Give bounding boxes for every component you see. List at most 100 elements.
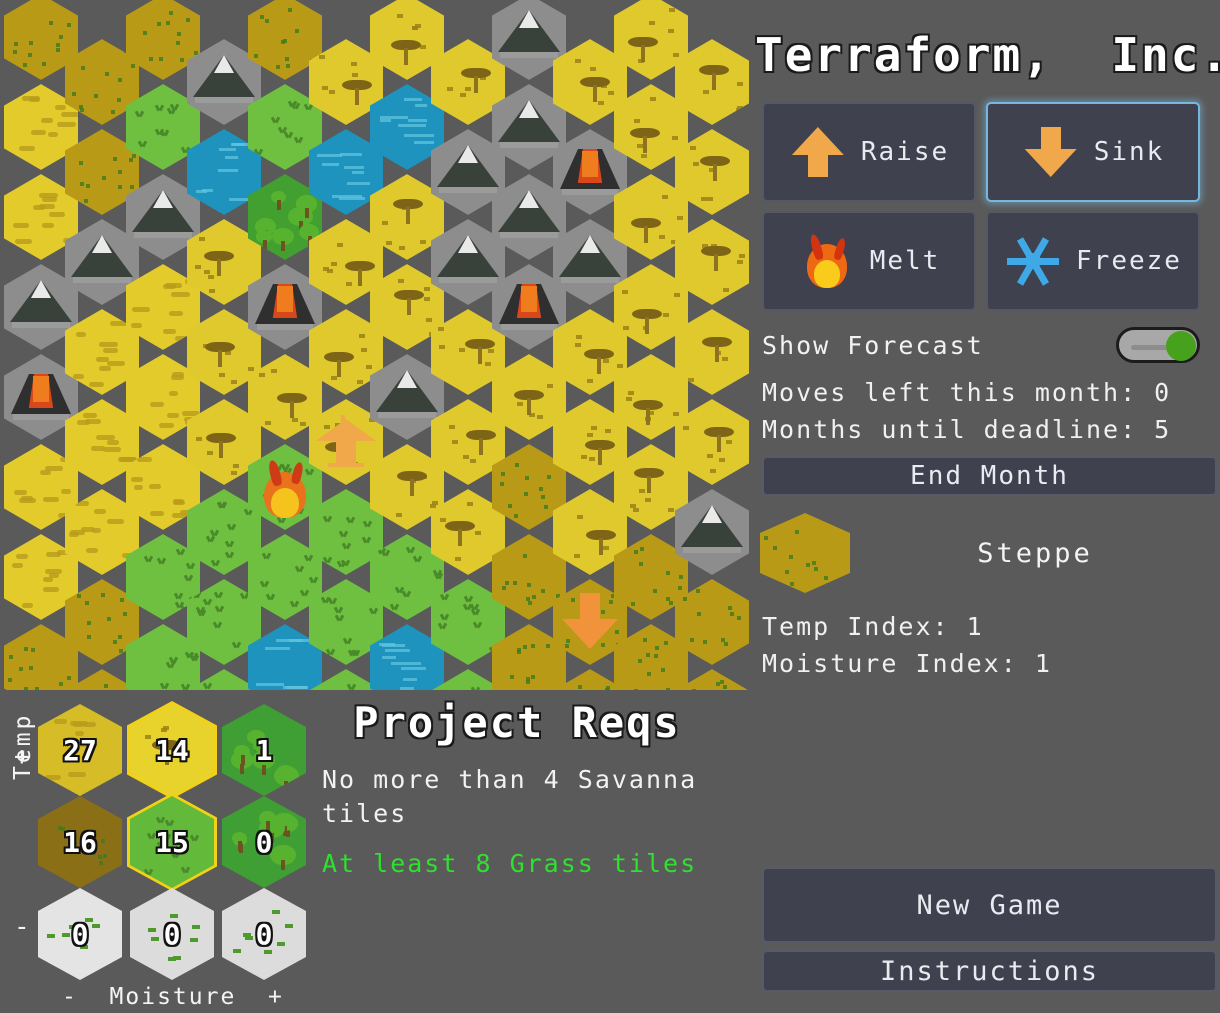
mountain-sprite [437, 235, 499, 287]
biome-cell-count: 0 [71, 917, 89, 951]
forecast-row: Show Forecast [762, 322, 1200, 368]
biome-cell-forest[interactable]: 0 [222, 796, 306, 888]
mountain-sprite [498, 100, 560, 152]
acacia-tree-sprite [700, 155, 731, 182]
snowflake-icon [1004, 230, 1062, 292]
arrow-down-icon [1022, 121, 1080, 183]
biome-cell-count: 27 [63, 733, 97, 767]
project-reqs-title: Project Reqs [353, 698, 681, 747]
biome-cell-count: 14 [155, 733, 189, 767]
mountain-sprite [559, 235, 621, 287]
acacia-tree-sprite [630, 218, 661, 244]
new-game-button[interactable]: New Game [762, 867, 1217, 943]
game-root: Terraform, Inc. Raise Sink Melt Freeze S… [0, 0, 1220, 1013]
acacia-tree-sprite [344, 261, 375, 287]
biome-cell-count: 15 [155, 825, 189, 859]
tool-melt-label: Melt [869, 246, 941, 276]
biome-matrix: 27 14 1 16 15 0 0 0 0 [0, 698, 320, 1013]
tool-sink-label: Sink [1093, 137, 1165, 167]
selected-tile-preview [760, 513, 856, 599]
acacia-tree-sprite [394, 289, 425, 316]
biome-cell-tundra[interactable]: 0 [130, 888, 214, 980]
mountain-sprite [71, 235, 133, 287]
acacia-tree-sprite [465, 430, 496, 456]
volcano-sprite [255, 284, 315, 332]
biome-cell-count: 0 [255, 825, 273, 859]
project-reqs: Project Reqs No more than 4 Savanna tile… [322, 698, 742, 880]
biome-cell-count: 16 [63, 825, 97, 859]
mountain-sprite [681, 505, 743, 557]
tool-raise-button[interactable]: Raise [762, 102, 976, 202]
moves-left-text: Moves left this month: 0 [762, 378, 1172, 407]
acacia-tree-sprite [396, 470, 427, 497]
biome-cell-taiga[interactable]: 0 [222, 888, 306, 980]
tool-melt-button[interactable]: Melt [762, 211, 976, 311]
acacia-tree-sprite [445, 520, 476, 547]
hex-map[interactable] [0, 0, 755, 690]
temp-index-text: Temp Index: 1 [762, 612, 984, 641]
biome-cell-desert[interactable]: 27 [38, 704, 122, 796]
forecast-label: Show Forecast [762, 330, 984, 360]
page-title: Terraform, Inc. [755, 28, 1220, 82]
acacia-tree-sprite [584, 439, 615, 466]
forecast-toggle[interactable] [1116, 327, 1200, 363]
mountain-sprite [193, 55, 255, 107]
volcano-sprite [11, 374, 71, 422]
acacia-tree-sprite [206, 432, 237, 459]
acacia-tree-sprite [634, 468, 665, 494]
acacia-tree-sprite [390, 39, 421, 66]
acacia-tree-sprite [585, 530, 616, 556]
biome-cell-ice[interactable]: 0 [38, 888, 122, 980]
acacia-tree-sprite [633, 399, 664, 426]
tool-sink-button[interactable]: Sink [986, 102, 1200, 202]
tool-buttons: Raise Sink Melt Freeze [762, 102, 1200, 311]
toggle-knob [1166, 331, 1196, 361]
arrow-up-icon [789, 121, 847, 183]
volcano-sprite [560, 149, 620, 197]
mountain-sprite [376, 370, 438, 422]
acacia-tree-sprite [276, 392, 307, 419]
biome-cell-count: 0 [163, 917, 181, 951]
acacia-tree-sprite [323, 351, 354, 378]
moisture-axis-label: - Moisture + [62, 984, 284, 1010]
instructions-button[interactable]: Instructions [762, 950, 1217, 992]
temp-axis-plus: + [14, 742, 32, 772]
project-req-item: No more than 4 Savanna tiles [322, 765, 698, 828]
acacia-tree-sprite [342, 79, 373, 106]
fire-icon [798, 230, 856, 292]
acacia-tree-sprite [628, 37, 659, 63]
mountain-sprite [498, 10, 560, 62]
acacia-tree-sprite [580, 77, 611, 103]
biome-cell-steppe[interactable]: 16 [38, 796, 122, 888]
project-req-item: At least 8 Grass tiles [322, 848, 698, 878]
acacia-tree-sprite [393, 199, 424, 225]
acacia-tree-sprite [464, 339, 495, 365]
tool-freeze-label: Freeze [1076, 246, 1182, 276]
acacia-tree-sprite [583, 349, 614, 375]
tool-raise-label: Raise [860, 137, 950, 167]
biome-cell-jungle[interactable]: 1 [222, 704, 306, 796]
mountain-sprite [437, 145, 499, 197]
selected-tile-hex [760, 513, 850, 593]
moisture-index-text: Moisture Index: 1 [762, 649, 1052, 678]
acacia-tree-sprite [205, 342, 236, 368]
acacia-tree-sprite [703, 427, 734, 453]
toggle-track [1131, 345, 1171, 350]
acacia-tree-sprite [629, 127, 660, 154]
acacia-tree-sprite [325, 442, 356, 468]
mountain-sprite [498, 190, 560, 242]
side-panel: Terraform, Inc. Raise Sink Melt Freeze S… [755, 0, 1220, 1013]
biome-cell-count: 1 [255, 733, 273, 767]
selected-tile-name: Steppe [977, 538, 1093, 569]
deadline-text: Months until deadline: 5 [762, 415, 1172, 444]
temp-axis-minus: - [14, 912, 32, 942]
acacia-tree-sprite [702, 336, 733, 363]
acacia-tree-sprite [701, 246, 732, 272]
mountain-sprite [132, 190, 194, 242]
tool-freeze-button[interactable]: Freeze [986, 211, 1200, 311]
acacia-tree-sprite [698, 65, 729, 91]
acacia-tree-sprite [461, 67, 492, 94]
end-month-button[interactable]: End Month [762, 456, 1217, 496]
acacia-tree-sprite [514, 389, 545, 416]
acacia-tree-sprite [631, 309, 662, 335]
